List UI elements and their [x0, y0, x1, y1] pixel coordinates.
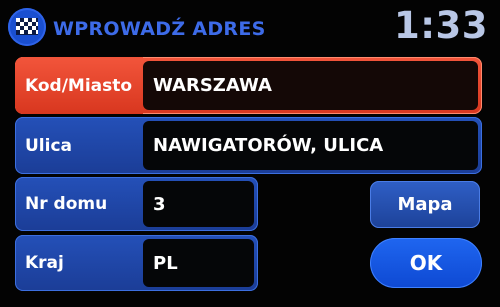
ok-button[interactable]: OK — [370, 238, 482, 288]
city-field[interactable]: Kod/Miasto WARSZAWA — [15, 57, 482, 114]
street-value[interactable]: NAWIGATORÓW, ULICA — [143, 121, 478, 170]
city-label: Kod/Miasto — [15, 57, 143, 114]
checkered-flag-icon — [8, 8, 46, 46]
street-field[interactable]: Ulica NAWIGATORÓW, ULICA — [15, 117, 482, 174]
clock: 1:33 — [393, 4, 488, 47]
house-number-label: Nr domu — [25, 194, 108, 214]
house-number-value[interactable]: 3 — [143, 181, 254, 227]
house-number-field[interactable]: Nr domu 3 — [15, 177, 258, 231]
navigation-screen: WPROWADŹ ADRES 1:33 Kod/Miasto WARSZAWA … — [0, 0, 500, 307]
country-field[interactable]: Kraj PL — [15, 235, 258, 291]
country-label: Kraj — [25, 253, 64, 273]
street-label: Ulica — [25, 135, 73, 156]
city-value[interactable]: WARSZAWA — [143, 61, 478, 110]
map-button[interactable]: Mapa — [370, 181, 480, 228]
screen-title: WPROWADŹ ADRES — [53, 18, 266, 40]
country-value[interactable]: PL — [143, 239, 254, 287]
